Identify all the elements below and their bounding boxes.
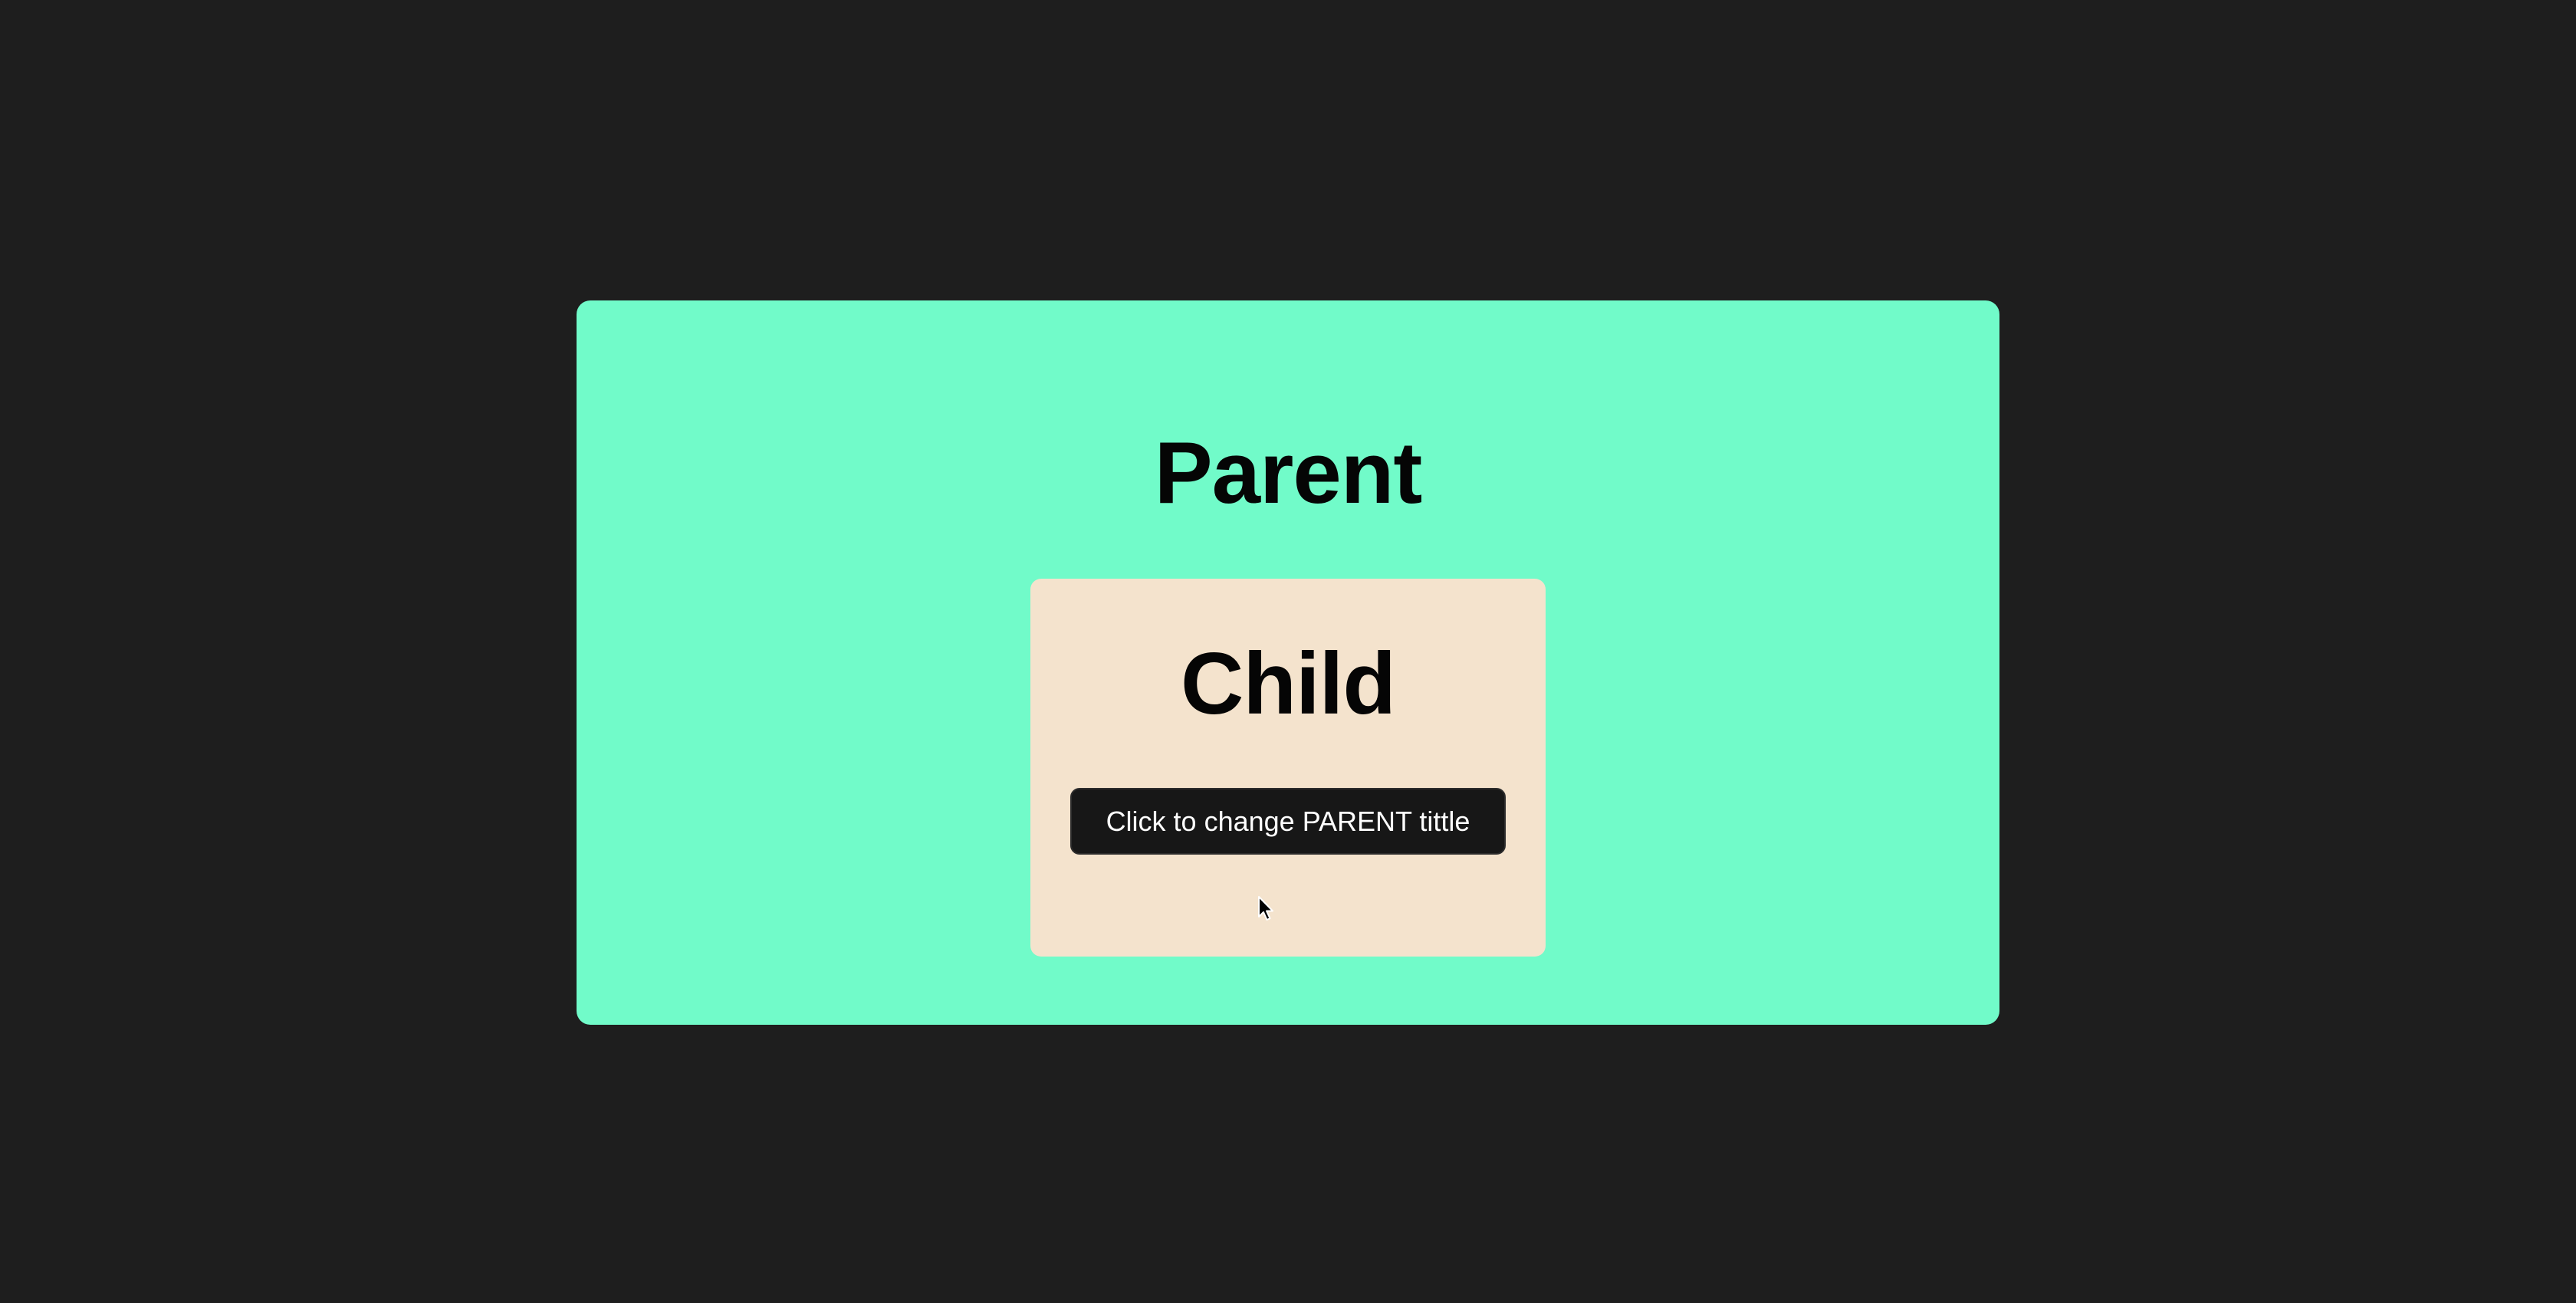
- change-parent-title-button[interactable]: Click to change PARENT tittle: [1070, 788, 1506, 855]
- parent-title: Parent: [1154, 425, 1423, 522]
- page-stage: Parent Child Click to change PARENT titt…: [0, 0, 2576, 1303]
- child-title: Child: [1181, 635, 1396, 733]
- mouse-pointer-icon: [1258, 896, 1273, 921]
